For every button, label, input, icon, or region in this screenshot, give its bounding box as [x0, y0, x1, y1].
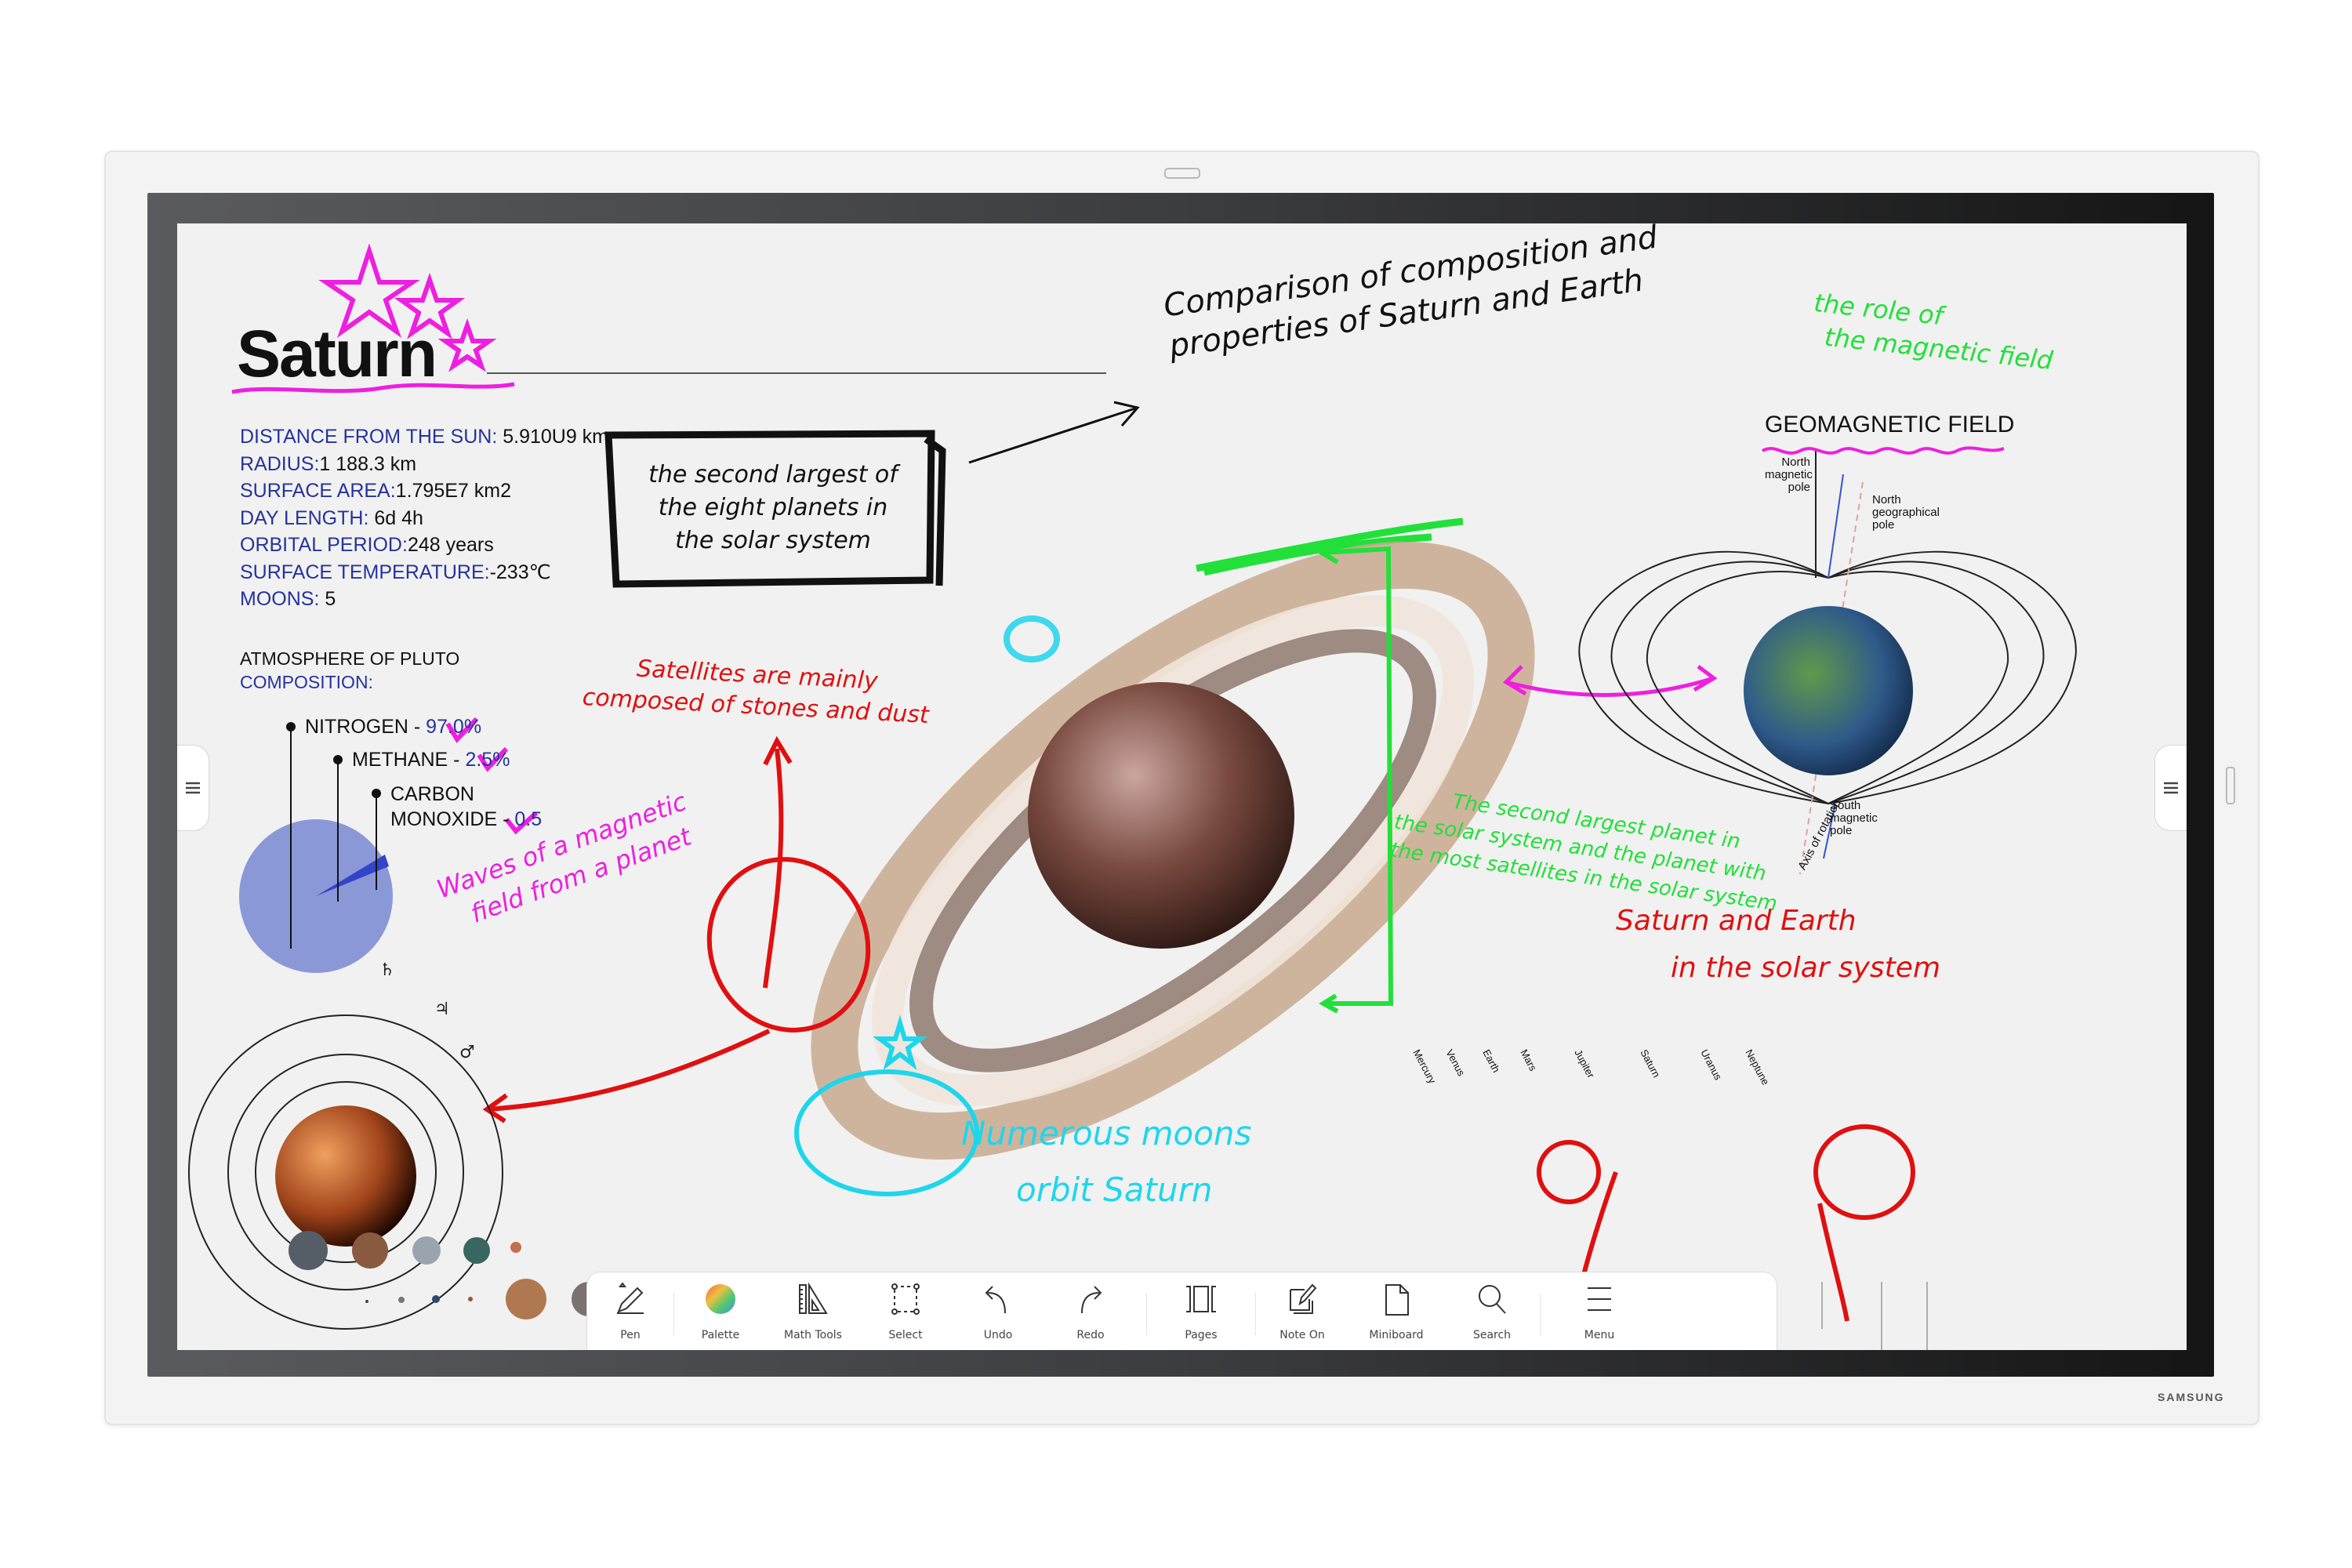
saturn-earth-note: Saturn and Earth in the solar system	[1616, 905, 1941, 984]
math-tools-icon	[799, 1282, 828, 1314]
composition-carbon-monoxide: CARBON MONOXIDE - 0.5	[390, 783, 543, 830]
mars-symbol: ♂	[459, 1043, 475, 1062]
search-icon	[1479, 1285, 1506, 1314]
pen-icon	[617, 1282, 644, 1314]
note-on-button[interactable]: Note On	[1256, 1272, 1348, 1350]
pages-icon	[1186, 1286, 1216, 1312]
north-geographical-label: North geographical pole	[1872, 493, 1940, 532]
saturn-symbol: ♄	[379, 960, 395, 980]
note-box-text: the second largest of the eight planets i…	[648, 461, 898, 554]
menu-icon	[2164, 782, 2178, 794]
search-button[interactable]: Search	[1444, 1272, 1540, 1350]
menu-icon	[1588, 1287, 1611, 1311]
miniboard-icon	[1385, 1284, 1409, 1316]
geomagnetic-title: GEOMAGNETIC FIELD	[1765, 412, 2015, 437]
miniboard-button[interactable]: Miniboard	[1348, 1272, 1444, 1350]
fact-row: SURFACE AREA:1.795E7 km2	[240, 480, 511, 502]
menu-icon	[186, 782, 200, 794]
composition-methane: METHANE - 2.5%	[352, 749, 510, 771]
fact-row: DAY LENGTH: 6d 4h	[240, 506, 423, 529]
page-title: Saturn	[237, 317, 437, 390]
pen-button[interactable]: Pen	[587, 1272, 673, 1350]
mars-image	[275, 1105, 416, 1247]
atmosphere-heading: ATMOSPHERE OF PLUTO COMPOSITION:	[240, 648, 460, 692]
palette-icon	[706, 1284, 735, 1314]
north-magnetic-label: North magnetic pole	[1765, 456, 1813, 494]
note-on-icon	[1290, 1283, 1317, 1314]
composition-nitrogen: NITROGEN - 97.0%	[305, 716, 482, 738]
fact-row: ORBITAL PERIOD:248 years	[240, 534, 494, 556]
undo-icon	[985, 1286, 1006, 1314]
right-side-menu-handle[interactable]	[2154, 745, 2187, 831]
arrow-to-comparison	[968, 401, 1140, 464]
fact-row: DISTANCE FROM THE SUN: 5.910U9 km	[240, 426, 609, 448]
planet-facts: DISTANCE FROM THE SUN: 5.910U9 km RADIUS…	[240, 423, 608, 613]
magenta-double-arrow	[1502, 665, 1718, 697]
whiteboard-canvas[interactable]: Saturn DISTANCE FROM THE SUN: 5.910U9 km…	[177, 223, 2187, 1350]
left-side-menu-handle[interactable]	[177, 745, 209, 831]
bottom-toolbar: Pen Palette Math Tools Select Undo Redo …	[586, 1272, 1777, 1350]
moons-note: Numerous moons orbit Saturn	[961, 1114, 1252, 1209]
brand-logo: SAMSUNG	[2158, 1391, 2225, 1403]
pages-button[interactable]: Pages	[1147, 1272, 1255, 1350]
select-button[interactable]: Select	[859, 1272, 952, 1350]
redo-button[interactable]: Redo	[1044, 1272, 1137, 1350]
fact-row: RADIUS:1 188.3 km	[240, 452, 417, 475]
jupiter-symbol: ♃	[434, 1000, 450, 1019]
select-icon	[891, 1283, 920, 1315]
redo-icon	[1081, 1286, 1102, 1314]
math-tools-button[interactable]: Math Tools	[767, 1272, 859, 1350]
fact-row: SURFACE TEMPERATURE:-233℃	[240, 561, 551, 583]
fact-row: MOONS: 5	[240, 588, 336, 610]
menu-button[interactable]: Menu	[1541, 1272, 1658, 1350]
title-rule	[487, 372, 1106, 374]
palette-button[interactable]: Palette	[674, 1272, 767, 1350]
earth-image	[1744, 606, 1913, 775]
undo-button[interactable]: Undo	[952, 1272, 1044, 1350]
stylus-holder-icon	[2226, 767, 2235, 804]
stylus-icon	[1164, 168, 1200, 179]
